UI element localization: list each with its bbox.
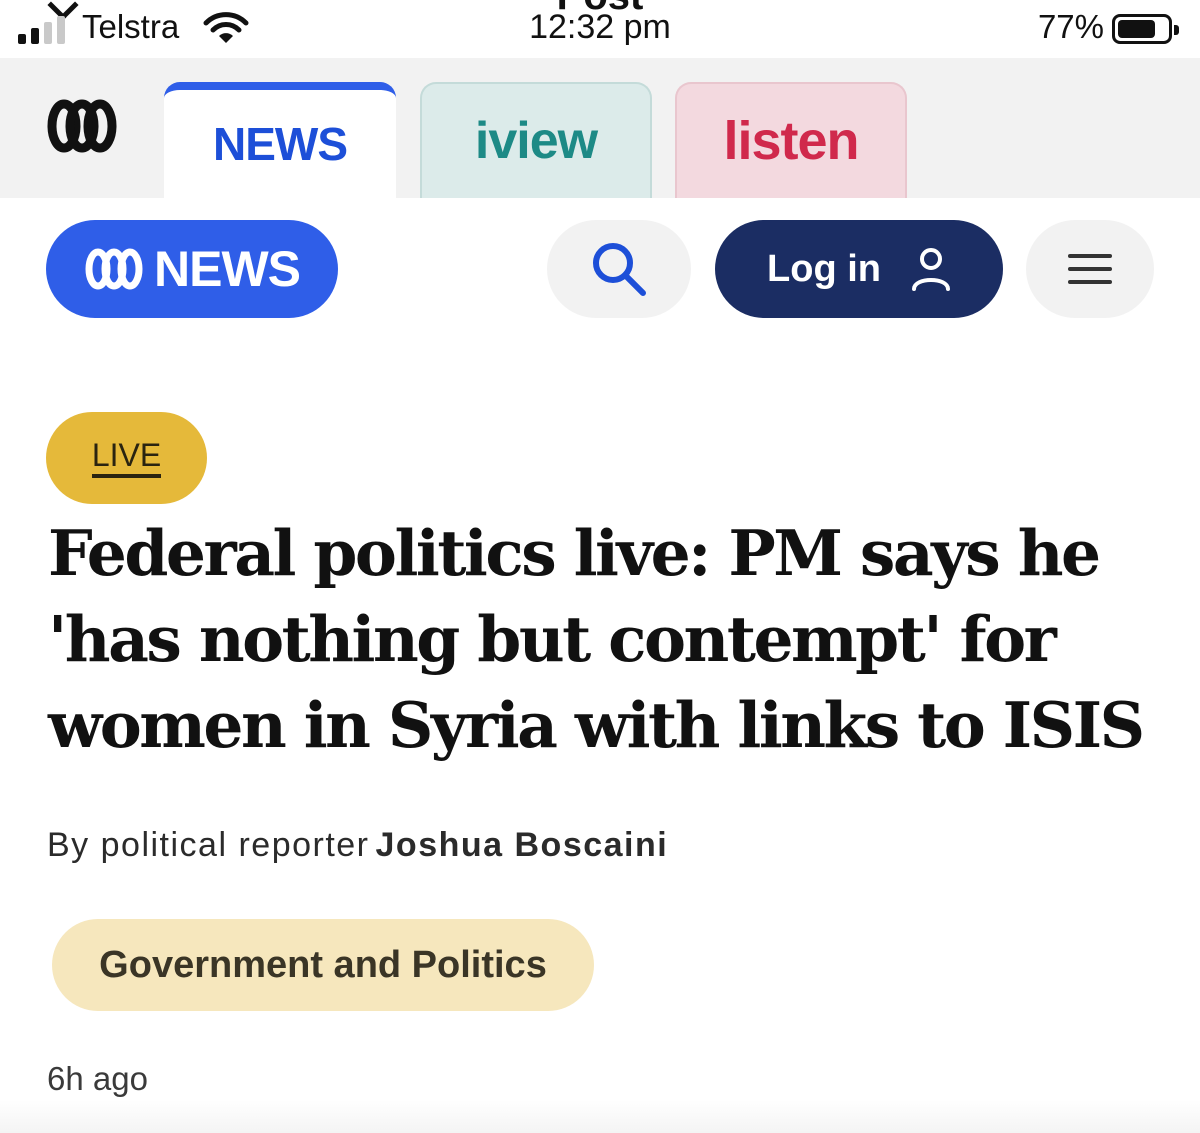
search-icon: [593, 243, 646, 296]
status-time: 12:32 pm: [529, 8, 671, 46]
article-headline: Federal politics live: PM says he 'has n…: [48, 516, 1145, 762]
battery-icon: [1112, 14, 1179, 44]
user-icon: [911, 248, 950, 291]
live-label: LIVE: [91, 438, 162, 478]
battery-percent: 77%: [1037, 8, 1104, 45]
search-button[interactable]: [547, 220, 691, 318]
tab-news[interactable]: NEWS: [164, 82, 396, 198]
author-link[interactable]: Joshua Boscaini: [376, 826, 669, 864]
tab-listen[interactable]: listen: [675, 82, 907, 198]
status-bar: Post Telstra 12:32 pm 77%: [0, 0, 1200, 58]
abc-product-bar: NEWS iview listen: [0, 58, 1200, 198]
login-button[interactable]: Log in: [715, 220, 1003, 318]
login-label: Log in: [767, 247, 881, 290]
abc-logo-icon[interactable]: [46, 98, 118, 154]
menu-button[interactable]: [1026, 220, 1154, 318]
brand-label: NEWS: [154, 241, 301, 297]
abc-news-home-button[interactable]: NEWS: [46, 220, 338, 318]
abc-logo-icon: [85, 248, 143, 290]
byline-prefix: By political reporter: [47, 826, 370, 864]
byline: By political reporter Joshua Boscaini: [47, 826, 668, 865]
bottom-divider: [0, 1100, 1200, 1133]
topic-chip[interactable]: Government and Politics: [52, 919, 594, 1011]
article-timestamp: 6h ago: [47, 1060, 148, 1097]
hamburger-menu-icon: [1068, 254, 1112, 284]
tab-iview[interactable]: iview: [420, 82, 652, 198]
live-badge[interactable]: LIVE: [46, 412, 207, 504]
